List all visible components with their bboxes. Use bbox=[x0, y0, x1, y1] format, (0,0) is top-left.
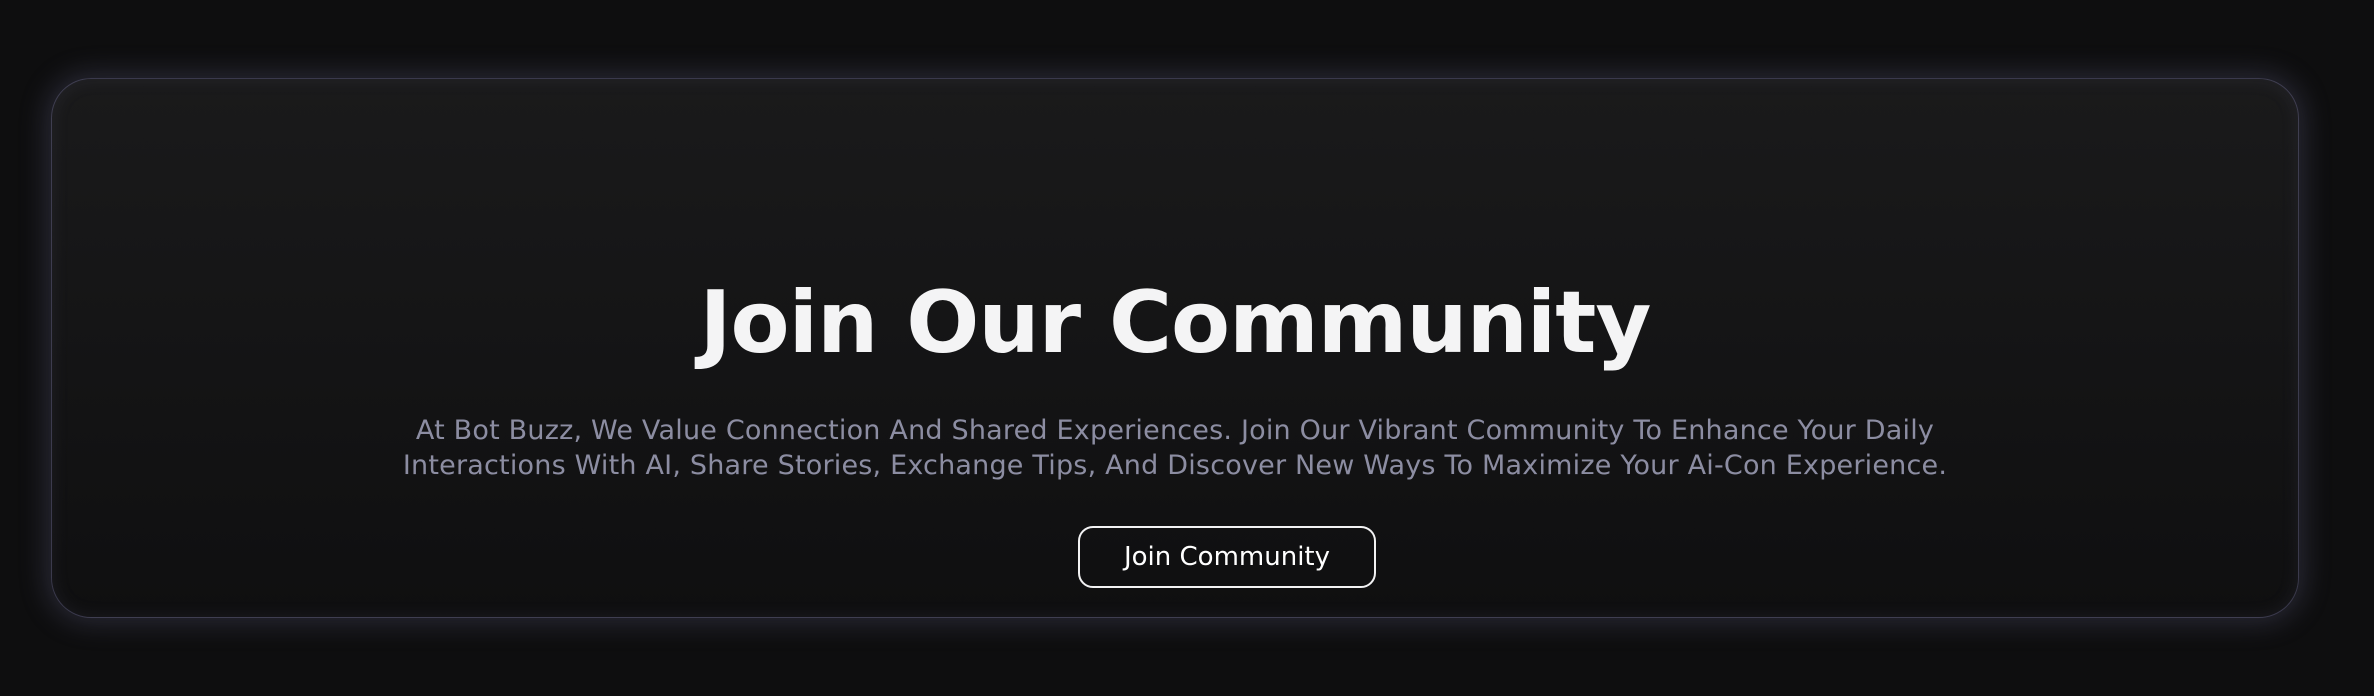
section-description: At Bot Buzz, We Value Connection And Sha… bbox=[402, 415, 1948, 481]
community-card: Join Our Community At Bot Buzz, We Value… bbox=[51, 78, 2299, 618]
join-community-button[interactable]: Join Community bbox=[1078, 526, 1376, 588]
page: Join Our Community At Bot Buzz, We Value… bbox=[0, 0, 2374, 696]
section-title: Join Our Community bbox=[699, 273, 1652, 373]
